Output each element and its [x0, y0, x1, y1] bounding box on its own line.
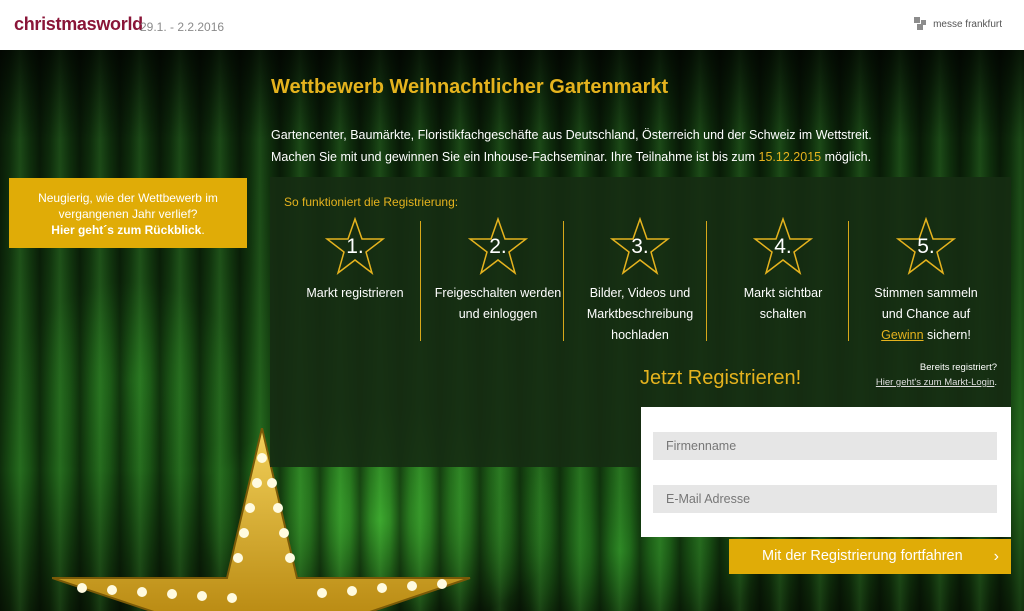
messe-frankfurt-label: messe frankfurt: [933, 18, 1002, 30]
messe-frankfurt-logo[interactable]: messe frankfurt: [914, 17, 1002, 31]
page-title: Wettbewerb Weihnachtlicher Gartenmarkt: [271, 76, 669, 98]
company-name-input[interactable]: [653, 432, 997, 460]
step-divider: [563, 221, 564, 341]
step-4: 4. Markt sichtbar schalten: [712, 217, 854, 357]
steps-title: So funktioniert die Registrierung:: [284, 195, 459, 209]
continue-registration-button[interactable]: Mit der Registrierung fortfahren ›: [729, 539, 1011, 574]
star-icon: 5.: [896, 217, 956, 275]
step-2: 2. Freigeschalten werden und einloggen: [427, 217, 569, 357]
login-link[interactable]: Hier geht's zum Markt-Login: [876, 377, 995, 388]
intro-text: Gartencenter, Baumärkte, Floristikfachge…: [271, 124, 911, 168]
event-dates: 29.1. - 2.2.2016: [140, 20, 225, 34]
step-3: 3. Bilder, Videos und Marktbeschreibung …: [569, 217, 711, 357]
review-line-1: Neugierig, wie der Wettbewerb im: [38, 191, 218, 205]
star-icon: 1.: [325, 217, 385, 275]
step-divider: [848, 221, 849, 341]
star-icon: 4.: [753, 217, 813, 275]
step-5: 5. Stimmen sammeln und Chance auf Gewinn…: [855, 217, 997, 357]
gewinn-link[interactable]: Gewinn: [881, 328, 923, 342]
chevron-right-icon: ›: [993, 548, 999, 565]
registration-form: [641, 407, 1011, 537]
star-icon: 3.: [610, 217, 670, 275]
messe-frankfurt-icon: [914, 17, 928, 31]
step-3-text: Bilder, Videos und Marktbeschreibung hoc…: [586, 286, 694, 342]
intro-line-1: Gartencenter, Baumärkte, Floristikfachge…: [271, 128, 872, 142]
step-1-text: Markt registrieren: [306, 286, 404, 300]
register-heading: Jetzt Registrieren!: [640, 367, 802, 389]
christmasworld-logo[interactable]: christmasworld: [14, 14, 143, 35]
login-hint: Bereits registriert? Hier geht's zum Mar…: [875, 362, 997, 388]
deadline-date: 15.12.2015: [758, 150, 822, 164]
email-input[interactable]: [653, 485, 997, 513]
intro-line-2: Machen Sie mit und gewinnen Sie ein Inho…: [271, 150, 872, 164]
already-registered-label: Bereits registriert?: [919, 362, 997, 373]
review-link[interactable]: Hier geht´s zum Rückblick: [51, 223, 201, 237]
step-divider: [706, 221, 707, 341]
stage-background: Wettbewerb Weihnachtlicher Gartenmarkt G…: [0, 50, 1024, 611]
review-line-2: vergangenen Jahr verlief?: [58, 207, 198, 221]
review-link-line: Hier geht´s zum Rückblick.: [51, 223, 205, 237]
step-1: 1. Markt registrieren: [284, 217, 426, 357]
step-4-text: Markt sichtbar schalten: [743, 286, 823, 321]
review-teaser-box[interactable]: Neugierig, wie der Wettbewerb im vergang…: [9, 178, 247, 248]
step-2-text: Freigeschalten werden und einloggen: [434, 286, 562, 321]
header: christmasworld 29.1. - 2.2.2016 messe fr…: [0, 0, 1024, 50]
star-icon: 2.: [468, 217, 528, 275]
step-5-text: Stimmen sammeln und Chance auf Gewinn si…: [874, 286, 978, 342]
step-divider: [420, 221, 421, 341]
continue-registration-label: Mit der Registrierung fortfahren: [762, 548, 963, 564]
